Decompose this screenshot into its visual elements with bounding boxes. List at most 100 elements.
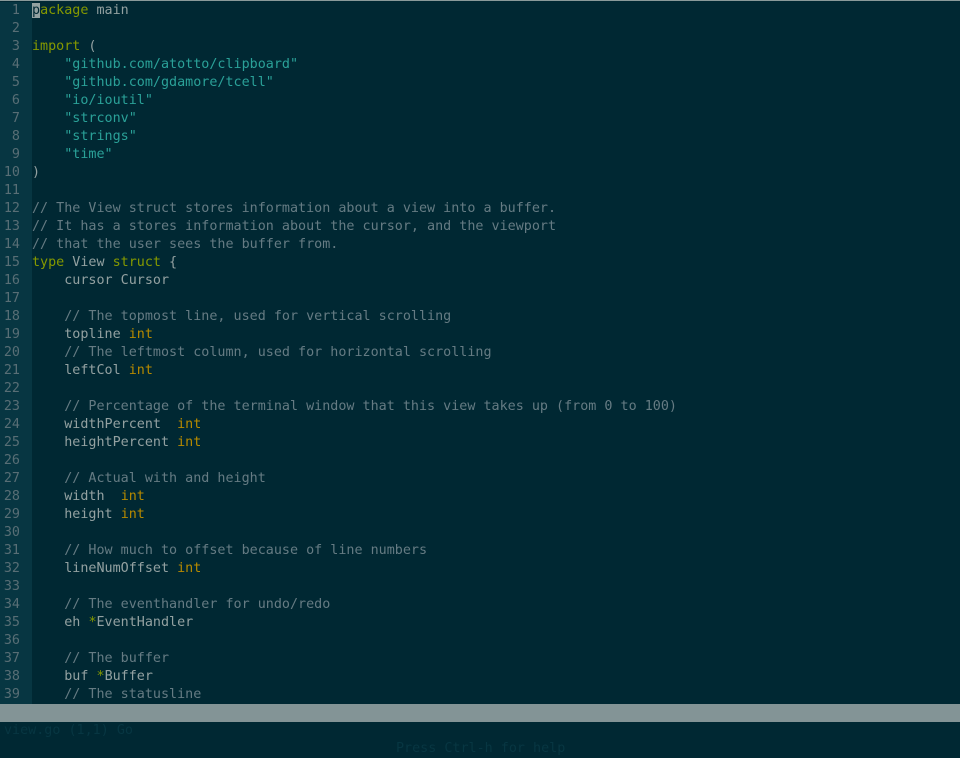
status-bar: view.go (1,1) Go Press Ctrl-h for help (0, 704, 960, 756)
line-number: 25 (0, 434, 32, 452)
code-line[interactable]: 12 // The View struct stores information… (0, 200, 960, 218)
code-line[interactable]: 32 lineNumOffset int (0, 560, 960, 578)
token-text: eh (32, 615, 89, 630)
token-type: int (120, 489, 145, 504)
line-content: "strings" (32, 128, 137, 146)
code-line[interactable]: 2 (0, 20, 960, 38)
code-line[interactable]: 9 "time" (0, 146, 960, 164)
token-comment: // How much to offset because of line nu… (64, 543, 428, 558)
line-number: 3 (0, 38, 32, 56)
token-comment: // The View struct stores information ab… (32, 201, 557, 216)
code-line[interactable]: 14 // that the user sees the buffer from… (0, 236, 960, 254)
token-text: width (32, 489, 121, 504)
line-number: 2 (0, 20, 32, 38)
token-comment: // that the user sees the buffer from. (32, 237, 339, 252)
code-line[interactable]: 7 "strconv" (0, 110, 960, 128)
line-content: "github.com/gdamore/tcell" (32, 74, 274, 92)
code-line[interactable]: 1 package main (0, 2, 960, 20)
code-line[interactable]: 24 widthPercent int (0, 416, 960, 434)
line-number: 32 (0, 560, 32, 578)
token-keyword: import (32, 39, 81, 54)
code-line[interactable]: 16 cursor Cursor (0, 272, 960, 290)
line-number: 39 (0, 686, 32, 704)
code-line[interactable]: 10 ) (0, 164, 960, 182)
code-editor[interactable]: 1 package main 2 3 import (4 "github.com/… (0, 2, 960, 704)
token-text: lineNumOffset (32, 561, 178, 576)
line-content: height int (32, 506, 145, 524)
code-line[interactable]: 31 // How much to offset because of line… (0, 542, 960, 560)
code-line[interactable]: 3 import ( (0, 38, 960, 56)
token-comment: // The statusline (64, 687, 202, 702)
code-line[interactable]: 30 (0, 524, 960, 542)
code-line[interactable]: 33 (0, 578, 960, 596)
code-line[interactable]: 38 buf *Buffer (0, 668, 960, 686)
code-line[interactable]: 11 (0, 182, 960, 200)
line-number: 37 (0, 650, 32, 668)
code-line[interactable]: 39 // The statusline (0, 686, 960, 704)
token-string: "time" (64, 147, 113, 162)
code-line[interactable]: 27 // Actual with and height (0, 470, 960, 488)
line-number: 27 (0, 470, 32, 488)
token-comment: // The topmost line, used for vertical s… (64, 309, 452, 324)
line-number: 38 (0, 668, 32, 686)
line-number: 23 (0, 398, 32, 416)
token-type: int (120, 507, 145, 522)
line-number: 11 (0, 182, 32, 200)
token-comment: // The eventhandler for undo/redo (64, 597, 331, 612)
code-line[interactable]: 37 // The buffer (0, 650, 960, 668)
code-line[interactable]: 15 type View struct { (0, 254, 960, 272)
status-file-info: view.go (1,1) Go (4, 723, 133, 738)
code-line[interactable]: 4 "github.com/atotto/clipboard" (0, 56, 960, 74)
line-number: 36 (0, 632, 32, 650)
code-line[interactable]: 29 height int (0, 506, 960, 524)
code-line[interactable]: 13 // It has a stores information about … (0, 218, 960, 236)
line-number: 4 (0, 56, 32, 74)
line-number: 35 (0, 614, 32, 632)
token-text: ( (80, 39, 97, 54)
code-line[interactable]: 6 "io/ioutil" (0, 92, 960, 110)
code-line[interactable]: 20 // The leftmost column, used for hori… (0, 344, 960, 362)
code-line[interactable]: 5 "github.com/gdamore/tcell" (0, 74, 960, 92)
token-type: int (177, 561, 202, 576)
code-line[interactable]: 25 heightPercent int (0, 434, 960, 452)
code-line[interactable]: 19 topline int (0, 326, 960, 344)
line-number: 16 (0, 272, 32, 290)
line-content: heightPercent int (32, 434, 201, 452)
code-line[interactable]: 36 (0, 632, 960, 650)
line-number: 33 (0, 578, 32, 596)
code-line[interactable]: 26 (0, 452, 960, 470)
status-help-hint: Press Ctrl-h for help (396, 741, 566, 756)
line-content: // How much to offset because of line nu… (32, 542, 427, 560)
token-comment: // Percentage of the terminal window tha… (64, 399, 677, 414)
code-line[interactable]: 17 (0, 290, 960, 308)
token-text: leftCol (32, 363, 129, 378)
text-cursor: p (32, 3, 41, 18)
code-line[interactable]: 18 // The topmost line, used for vertica… (0, 308, 960, 326)
code-line[interactable]: 23 // Percentage of the terminal window … (0, 398, 960, 416)
token-text: buf (32, 669, 97, 684)
code-line[interactable]: 34 // The eventhandler for undo/redo (0, 596, 960, 614)
line-content: "time" (32, 146, 113, 164)
line-number: 31 (0, 542, 32, 560)
token-text: height (32, 507, 121, 522)
line-content: eh *EventHandler (32, 614, 193, 632)
code-line[interactable]: 22 (0, 380, 960, 398)
code-line[interactable]: 35 eh *EventHandler (0, 614, 960, 632)
token-text: Buffer (104, 669, 153, 684)
line-content: package main (32, 2, 129, 20)
code-line[interactable]: 8 "strings" (0, 128, 960, 146)
token-text: main (88, 3, 129, 18)
line-content: // Percentage of the terminal window tha… (32, 398, 677, 416)
line-number: 1 (0, 2, 32, 20)
line-number: 13 (0, 218, 32, 236)
code-line[interactable]: 21 leftCol int (0, 362, 960, 380)
code-line[interactable]: 28 width int (0, 488, 960, 506)
token-text: heightPercent (32, 435, 178, 450)
line-number: 26 (0, 452, 32, 470)
